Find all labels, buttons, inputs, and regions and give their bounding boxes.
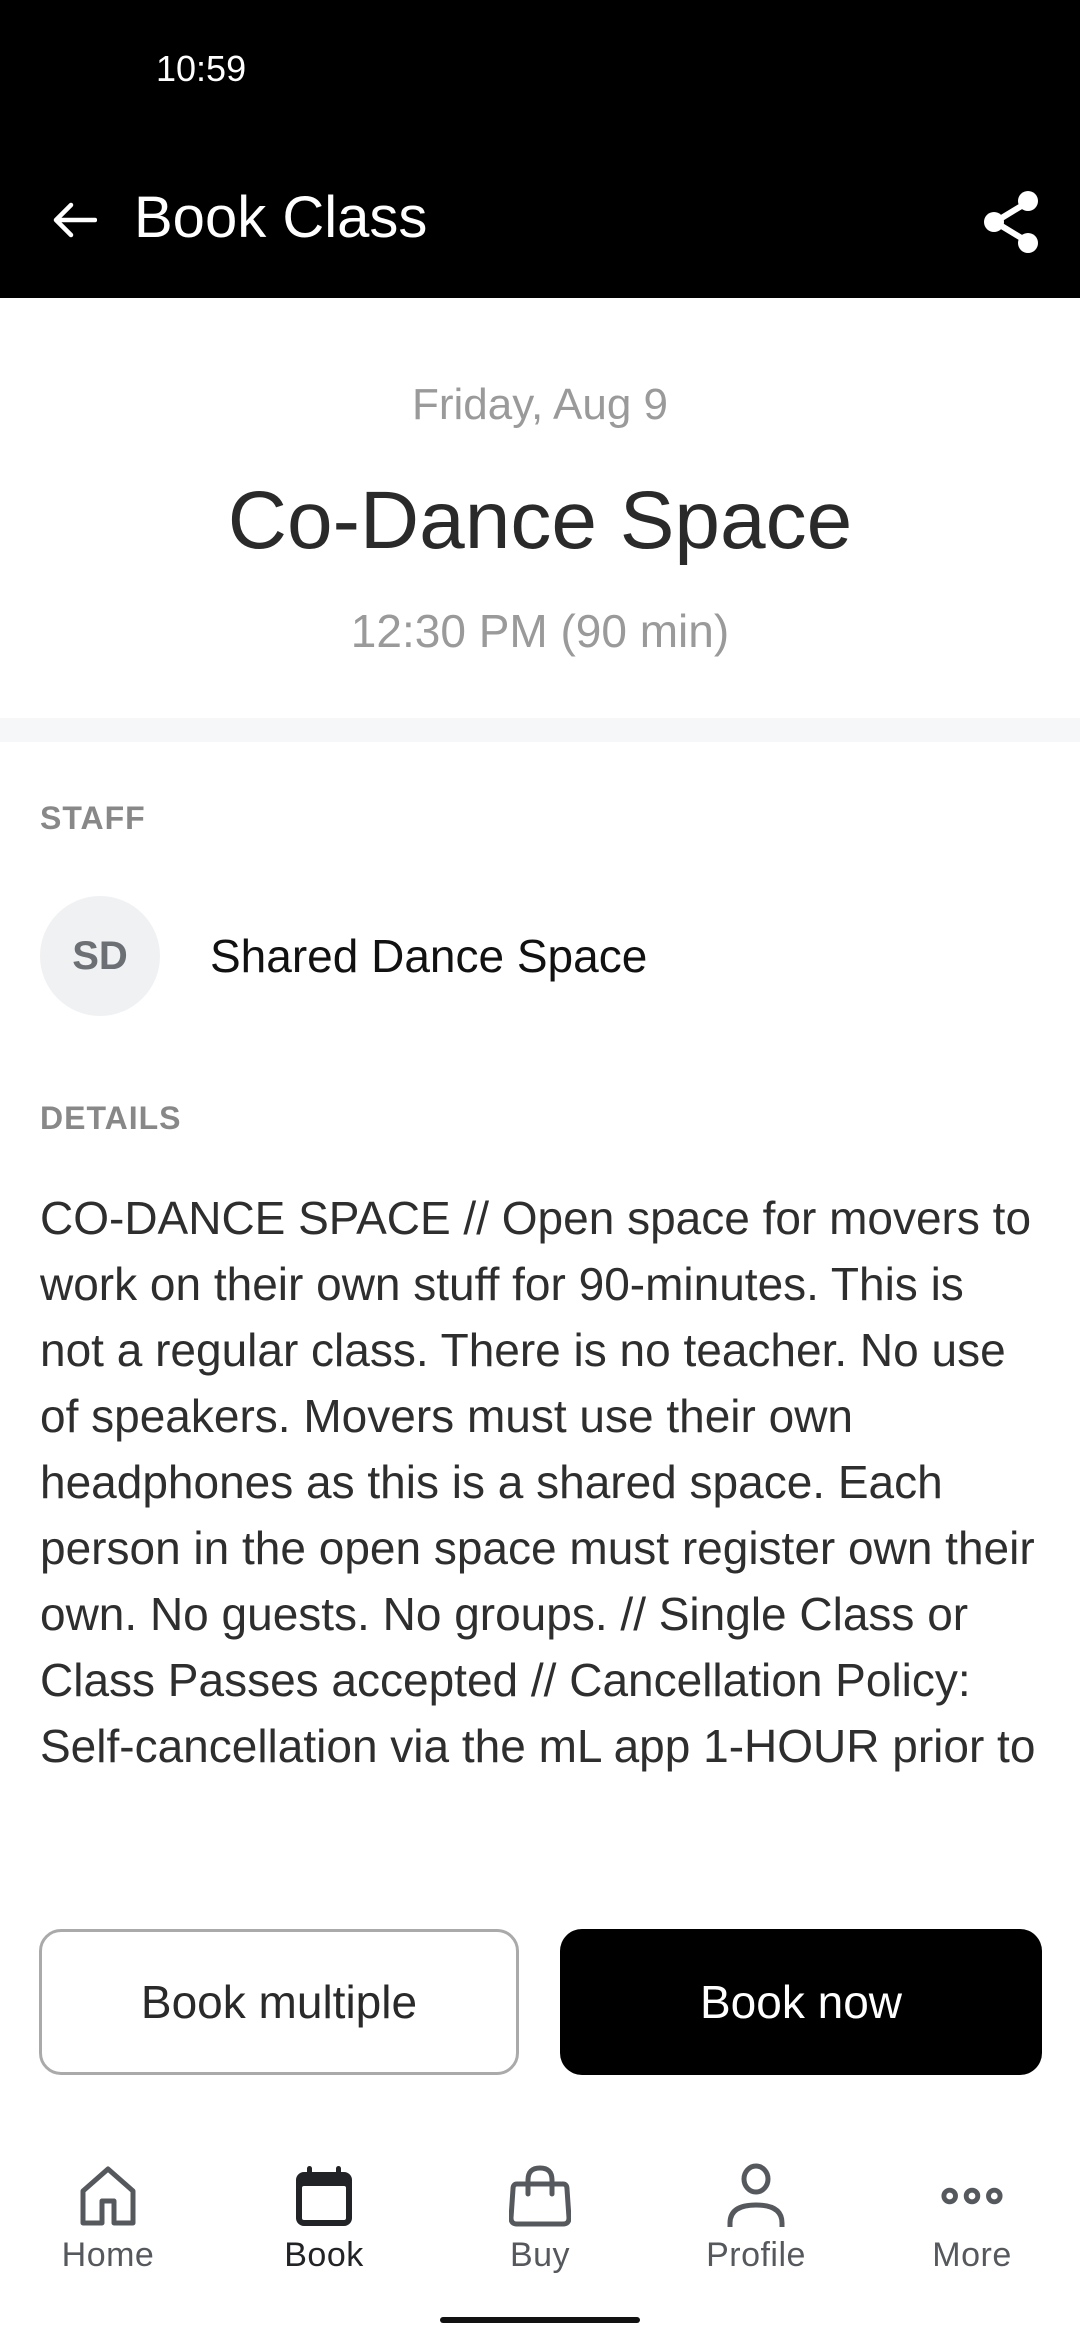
section-divider: [0, 718, 1080, 742]
staff-section-label: STAFF: [40, 800, 146, 836]
home-icon: [76, 2164, 140, 2228]
more-dots-icon: [940, 2164, 1004, 2228]
nav-item-profile[interactable]: Profile: [648, 2140, 864, 2280]
person-icon: [724, 2163, 788, 2228]
staff-name: Shared Dance Space: [210, 930, 648, 982]
nav-label-buy: Buy: [509, 2236, 571, 2274]
home-indicator[interactable]: [440, 2317, 640, 2323]
class-date: Friday, Aug 9: [412, 380, 668, 429]
shopping-bag-icon: [508, 2164, 572, 2228]
nav-label-profile: Profile: [706, 2236, 806, 2274]
page-title: Book Class: [134, 185, 428, 250]
class-time: 12:30 PM (90 min): [350, 605, 730, 657]
calendar-icon: [292, 2164, 356, 2228]
nav-label-book: Book: [284, 2236, 364, 2274]
nav-item-home[interactable]: Home: [0, 2140, 216, 2280]
nav-label-home: Home: [61, 2236, 155, 2274]
bottom-nav: Home Book Buy Profile More: [0, 2140, 1080, 2280]
status-time: 10:59: [156, 48, 247, 89]
avatar: SD: [40, 896, 160, 1016]
class-header: Friday, Aug 9 Co-Dance Space 12:30 PM (9…: [0, 298, 1080, 718]
details-section-label: DETAILS: [40, 1100, 182, 1136]
nav-label-more: More: [932, 2236, 1012, 2274]
details-text: CO-DANCE SPACE // Open space for movers …: [40, 1192, 1036, 1772]
status-bar: 10:59: [0, 0, 1080, 110]
nav-item-more[interactable]: More: [864, 2140, 1080, 2280]
details-scroll-area[interactable]: CO-DANCE SPACE // Open space for movers …: [40, 1185, 1040, 1860]
share-button[interactable]: [976, 186, 1048, 258]
share-icon: [984, 191, 1038, 253]
book-now-button[interactable]: Book now: [560, 1929, 1042, 2075]
back-button[interactable]: [40, 190, 108, 250]
class-title: Co-Dance Space: [227, 475, 853, 566]
book-multiple-button[interactable]: Book multiple: [39, 1929, 519, 2075]
app-bar: Book Class: [0, 110, 1080, 298]
arrow-left-icon: [53, 202, 97, 238]
nav-item-book[interactable]: Book: [216, 2140, 432, 2280]
nav-item-buy[interactable]: Buy: [432, 2140, 648, 2280]
staff-item[interactable]: SD Shared Dance Space: [40, 896, 647, 1016]
